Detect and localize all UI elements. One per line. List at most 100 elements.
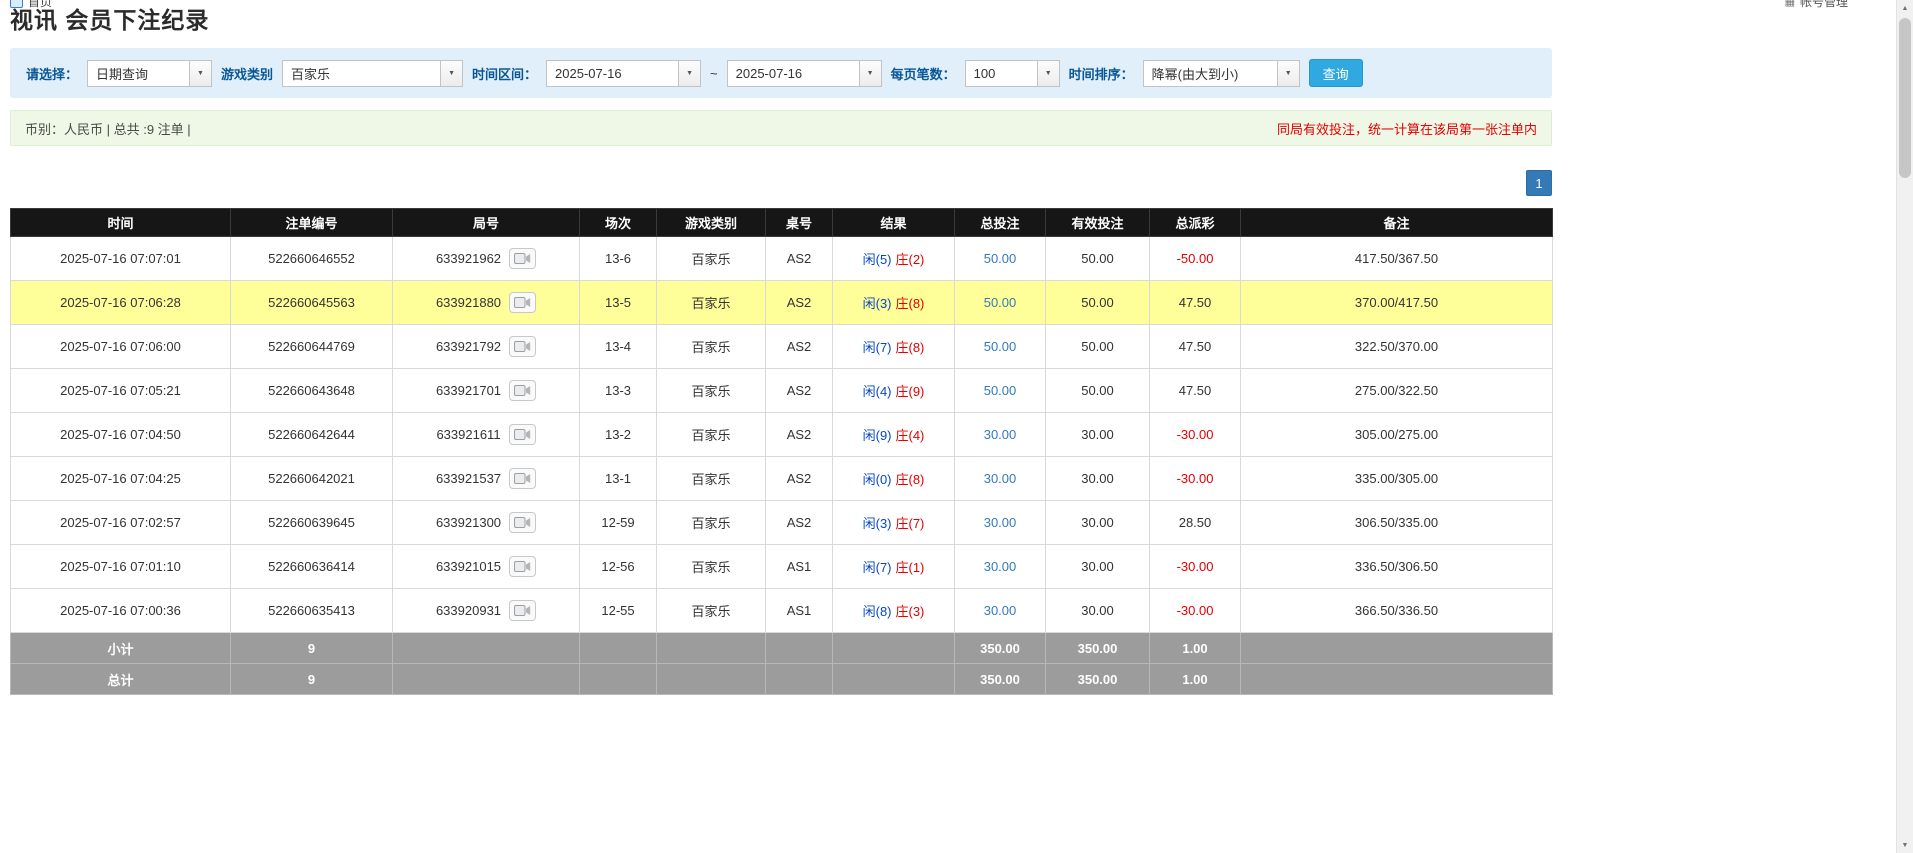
player-result: 闲(7) [863,560,892,575]
total-bet-cell: 30.00 [955,545,1046,589]
search-button[interactable]: 查询 [1309,59,1363,87]
video-replay-icon[interactable] [509,292,536,313]
total-bet-link[interactable]: 30.00 [984,427,1017,442]
total-bet-link[interactable]: 30.00 [984,559,1017,574]
account-menu-label: 帐号管理 [1800,0,1848,9]
round-id: 633921880 [436,295,501,310]
banker-result: 庄(9) [896,384,925,399]
bet-id-cell: 522660644769 [231,325,393,369]
player-result: 闲(5) [863,252,892,267]
sum-count: 9 [231,664,393,695]
vertical-scrollbar[interactable]: ▲ ▼ [1896,0,1913,853]
time-cell: 2025-07-16 07:06:00 [11,325,231,369]
chevron-down-icon[interactable]: ▼ [1037,60,1060,87]
video-replay-icon[interactable] [509,380,536,401]
total-bet-link[interactable]: 30.00 [984,515,1017,530]
payout-cell: -30.00 [1150,457,1241,501]
table-row: 2025-07-16 07:05:21522660643648 633921701… [11,369,1553,413]
banker-result: 庄(8) [896,472,925,487]
valid-bet-cell: 30.00 [1046,545,1150,589]
video-replay-icon[interactable] [509,424,536,445]
chevron-down-icon[interactable]: ▼ [1277,60,1300,87]
chevron-down-icon[interactable]: ▼ [859,60,882,87]
game-type-cell: 百家乐 [657,545,766,589]
chevron-down-icon[interactable]: ▼ [189,60,212,87]
page-size-input[interactable] [965,60,1037,87]
payout-cell: -30.00 [1150,589,1241,633]
bet-id-cell: 522660642021 [231,457,393,501]
table-row: 2025-07-16 07:00:36522660635413633920931… [11,589,1553,633]
round-id: 633921701 [436,383,501,398]
bet-id-cell: 522660643648 [231,369,393,413]
payout-cell: -50.00 [1150,237,1241,281]
payout-cell: 47.50 [1150,281,1241,325]
sum-label: 总计 [11,664,231,695]
bet-id-cell: 522660636414 [231,545,393,589]
round-cell: 633920931 [393,589,580,633]
table-row: 2025-07-16 07:04:25522660642021633921537… [11,457,1553,501]
bet-id-cell: 522660642644 [231,413,393,457]
note-cell: 336.50/306.50 [1241,545,1553,589]
account-menu[interactable]: ▦ 帐号管理 [1785,0,1848,9]
video-replay-icon[interactable] [509,468,536,489]
chevron-glyph: ▼ [448,70,455,77]
banker-result: 庄(3) [896,604,925,619]
chevron-glyph: ▼ [867,70,874,77]
bet-records-table: 时间注单编号局号场次游戏类别桌号结果总投注有效投注总派彩备注 2025-07-1… [10,208,1553,695]
player-result: 闲(0) [863,472,892,487]
date-range-separator: ~ [710,66,718,81]
session-cell: 13-3 [580,369,657,413]
game-type-input[interactable] [282,60,440,87]
player-result: 闲(3) [863,296,892,311]
note-cell: 305.00/275.00 [1241,413,1553,457]
currency-total-text: 币别：人民币 | 总共 :9 注单 | [25,119,191,138]
valid-bet-cell: 30.00 [1046,589,1150,633]
sum-payout: 1.00 [1150,633,1241,664]
total-bet-cell: 50.00 [955,325,1046,369]
sum-note-cell [1241,664,1553,695]
time-cell: 2025-07-16 07:00:36 [11,589,231,633]
sum-valid-bet: 350.00 [1046,633,1150,664]
session-cell: 13-4 [580,325,657,369]
total-bet-link[interactable]: 50.00 [984,295,1017,310]
video-replay-icon[interactable] [509,512,536,533]
session-cell: 13-5 [580,281,657,325]
time-cell: 2025-07-16 07:05:21 [11,369,231,413]
bet-id-cell: 522660645563 [231,281,393,325]
chevron-down-icon[interactable]: ▼ [440,60,463,87]
note-cell: 275.00/322.50 [1241,369,1553,413]
page-size-label: 每页笔数： [891,64,956,83]
date-from-input[interactable] [546,60,678,87]
total-bet-link[interactable]: 30.00 [984,471,1017,486]
round-id: 633921015 [436,559,501,574]
scrollbar-up-icon[interactable]: ▲ [1897,0,1913,16]
scrollbar-down-icon[interactable]: ▼ [1897,837,1913,853]
column-header: 有效投注 [1046,209,1150,237]
date-to-input[interactable] [727,60,859,87]
chevron-down-icon[interactable]: ▼ [678,60,701,87]
scrollbar-thumb[interactable] [1899,18,1911,178]
round-cell: 633921792 [393,325,580,369]
total-bet-link[interactable]: 50.00 [984,251,1017,266]
total-bet-link[interactable]: 30.00 [984,603,1017,618]
video-replay-icon[interactable] [509,600,536,621]
sum-empty-cell [657,633,766,664]
time-sort-input[interactable] [1143,60,1277,87]
select-type-input[interactable] [87,60,189,87]
result-cell: 闲(3)庄(7) [833,501,955,545]
page-1-button[interactable]: 1 [1526,170,1552,196]
banker-result: 庄(4) [896,428,925,443]
round-cell: 633921701 [393,369,580,413]
video-replay-icon[interactable] [509,336,536,357]
round-cell: 633921880 [393,281,580,325]
bet-id-cell: 522660646552 [231,237,393,281]
video-replay-icon[interactable] [509,556,536,577]
video-replay-icon[interactable] [509,248,536,269]
note-cell: 366.50/336.50 [1241,589,1553,633]
game-type-combobox: ▼ [282,60,463,87]
result-cell: 闲(3)庄(8) [833,281,955,325]
total-bet-link[interactable]: 50.00 [984,383,1017,398]
total-bet-link[interactable]: 50.00 [984,339,1017,354]
session-cell: 12-59 [580,501,657,545]
table-row: 2025-07-16 07:01:10522660636414633921015… [11,545,1553,589]
